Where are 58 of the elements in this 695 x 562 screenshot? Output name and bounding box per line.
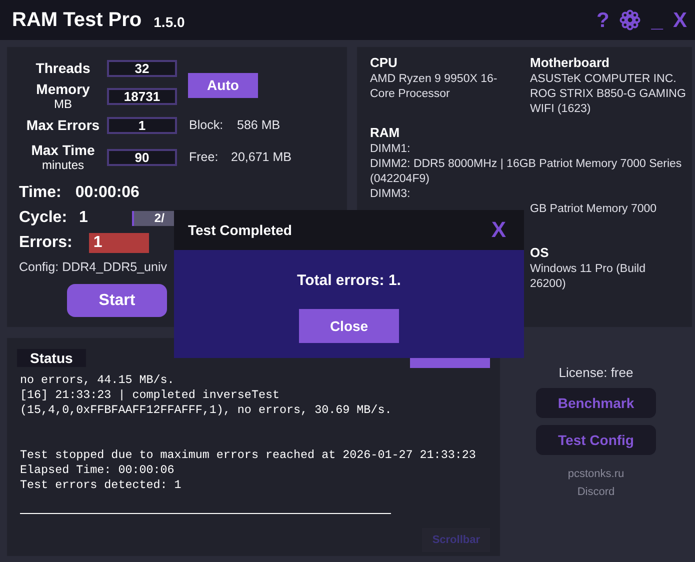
input-field[interactable]: 1	[107, 116, 177, 134]
info-text: DIMM3:	[370, 187, 412, 202]
input-field[interactable]: 32	[107, 60, 177, 76]
cycle-label: Cycle:	[19, 209, 68, 228]
link[interactable]: pcstonks.ru	[568, 468, 624, 480]
menu-button[interactable]: Test Config	[536, 425, 656, 455]
app-title: RAM Test Pro	[12, 8, 142, 32]
dismiss-button[interactable]: X	[491, 217, 506, 243]
settings-icon[interactable]	[619, 9, 642, 31]
block-value: 586 MB	[237, 118, 282, 132]
dialog-message: Total errors: 1.	[297, 272, 401, 289]
section-heading: OS	[530, 245, 550, 260]
errors-label: Errors:	[19, 234, 72, 252]
config-text: Config: DDR4_DDR5_univ	[19, 260, 168, 274]
log-line: Test errors detected: 1	[20, 478, 182, 493]
cycle-value: 1	[79, 209, 88, 228]
block-label: Block:	[189, 118, 224, 132]
info-text: DIMM1:	[370, 142, 412, 157]
status-title: Status	[17, 349, 86, 367]
log-line: Elapsed Time: 00:00:06	[20, 463, 176, 478]
progress-text: 2/	[154, 211, 164, 226]
menu-button[interactable]: Benchmark	[536, 388, 656, 418]
log-line: Test stopped due to maximum errors reached at 2026-01-27 21:33:23	[20, 448, 477, 463]
info-text: ASUSTeK COMPUTER INC.	[530, 72, 678, 87]
errors-value: 1	[89, 232, 150, 253]
version-label: 1.5.0	[154, 14, 185, 30]
dialog-title: Test Completed	[188, 222, 292, 238]
info-text: DIMM2: DDR5 8000MHz | 16GB Patriot Memory 7000 Series (042204F9)	[370, 157, 683, 187]
license-text: License: free	[558, 365, 634, 380]
free-label: Free:	[189, 150, 220, 164]
field-label: Memory	[36, 81, 90, 97]
free-value: 20,671 MB	[231, 150, 292, 164]
field-label: Max Errors	[26, 117, 100, 133]
section-heading: Motherboard	[530, 55, 610, 70]
minimize-button[interactable]: _	[651, 10, 663, 30]
field-label: Max Time	[31, 142, 95, 158]
close-button[interactable]: Close	[299, 309, 399, 343]
input-field[interactable]: 18731	[107, 88, 177, 104]
time-value: 00:00:06	[75, 184, 140, 202]
help-button[interactable]: ?	[596, 10, 610, 30]
time-label: Time:	[19, 184, 62, 202]
field-label: Threads	[36, 60, 90, 76]
auto-button[interactable]: Auto	[188, 72, 258, 98]
info-text: GB Patriot Memory 7000	[530, 202, 657, 217]
section-heading: RAM	[370, 125, 401, 140]
section-heading: CPU	[370, 55, 398, 70]
exit-button[interactable]: X	[672, 10, 687, 30]
start-button[interactable]: Start	[67, 284, 167, 317]
input-field[interactable]: 90	[107, 148, 177, 166]
log-line: no errors, 44.15 MB/s.	[20, 373, 176, 388]
log-line: (15,4,0,0xFFBFAAFF12FFAFFF,1), no errors, 30.69 MB/s.	[20, 403, 393, 418]
info-text: Windows 11 Pro (Build 26200)	[530, 262, 646, 292]
unit-label: MB	[54, 97, 72, 111]
info-text: ROG STRIX B850-G GAMING WIFI (1623)	[530, 87, 687, 117]
info-text: AMD Ryzen 9 9950X 16-Core Processor	[370, 72, 498, 102]
unit-label: minutes	[42, 158, 84, 172]
log-line: [16] 21:33:23 | completed inverseTest	[20, 388, 281, 403]
link[interactable]: Discord	[577, 486, 615, 498]
